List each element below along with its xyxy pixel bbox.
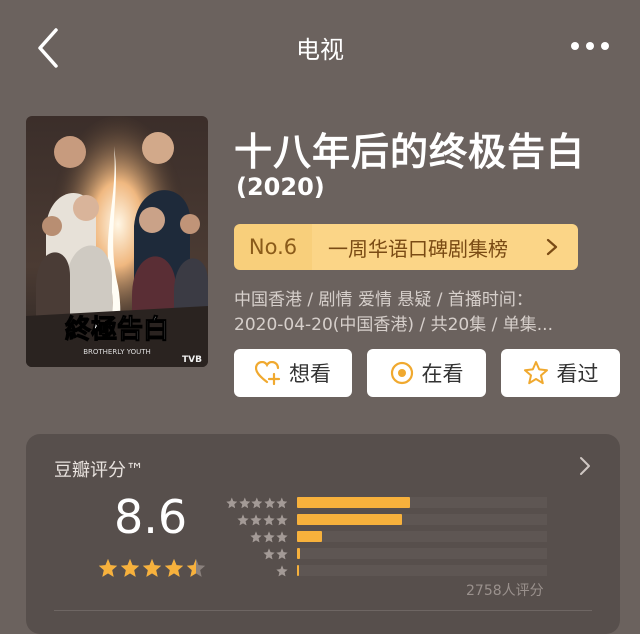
rating-stars	[98, 558, 206, 578]
row-stars	[226, 565, 288, 577]
small-star-icon	[263, 548, 275, 559]
small-star-icon	[263, 514, 275, 525]
heart-plus-icon	[255, 361, 281, 385]
douban-rating-card[interactable]: 豆瓣评分™ 8.6 2758人评分	[26, 434, 620, 634]
small-star-icon	[276, 514, 288, 525]
show-year: (2020)	[236, 173, 325, 201]
chevron-right-icon	[546, 238, 558, 256]
star-icon	[98, 558, 118, 577]
row-stars	[226, 531, 288, 543]
divider	[54, 610, 592, 611]
row-stars	[226, 497, 288, 509]
distribution-track	[297, 565, 547, 576]
rating-title: 豆瓣评分™	[54, 460, 144, 481]
distribution-row-3-star	[226, 528, 547, 545]
rating-distribution	[226, 494, 547, 579]
distribution-row-4-star	[226, 511, 547, 528]
row-stars	[226, 548, 288, 560]
poster-image[interactable]: 終極告白 BROTHERLY YOUTH TVB	[26, 116, 208, 367]
star-icon	[164, 558, 184, 577]
distribution-bar	[297, 497, 410, 508]
star-icon	[120, 558, 140, 577]
show-title: 十八年后的终极告白	[234, 130, 586, 174]
small-star-icon	[237, 514, 249, 525]
small-star-icon	[226, 497, 238, 508]
watched-label: 看过	[556, 362, 599, 386]
small-star-icon	[276, 548, 288, 559]
meta-line-2: 2020-04-20(中国香港) / 共20集 / 单集...	[234, 315, 553, 335]
watched-button[interactable]: 看过	[501, 349, 620, 397]
distribution-track	[297, 497, 547, 508]
distribution-row-2-star	[226, 545, 547, 562]
chevron-right-icon[interactable]	[578, 456, 592, 476]
watching-button[interactable]: 在看	[367, 349, 486, 397]
distribution-bar	[297, 514, 402, 525]
rating-score: 8.6	[114, 490, 188, 544]
show-meta[interactable]: 中国香港 / 剧情 爱情 悬疑 / 首播时间： 2020-04-20(中国香港)…	[234, 288, 604, 338]
page-title: 电视	[296, 36, 344, 64]
small-star-icon	[239, 497, 250, 508]
more-dots-icon[interactable]	[570, 40, 610, 52]
distribution-bar	[297, 565, 299, 576]
circle-dot-icon	[390, 361, 413, 385]
small-star-icon	[276, 565, 288, 576]
small-star-icon	[276, 497, 288, 508]
poster-subtitle-text: BROTHERLY YOUTH	[83, 348, 151, 356]
small-star-icon	[264, 497, 275, 508]
watching-label: 在看	[421, 362, 464, 386]
distribution-row-5-star	[226, 494, 547, 511]
poster-title-text: 終極告白	[65, 314, 169, 345]
want-to-watch-button[interactable]: 想看	[234, 349, 352, 397]
rank-list-name: 一周华语口碑剧集榜	[312, 224, 578, 270]
small-star-icon	[276, 531, 288, 542]
top-nav-bar: 电视	[0, 0, 640, 96]
small-star-icon	[250, 514, 262, 525]
meta-line-1: 中国香港 / 剧情 爱情 悬疑 / 首播时间：	[234, 290, 533, 310]
star-icon	[142, 558, 162, 577]
small-star-icon	[251, 497, 263, 508]
rating-count: 2758人评分	[466, 583, 544, 599]
tvb-logo: TVB	[182, 355, 202, 365]
row-stars	[226, 514, 288, 526]
rank-list-label: 一周华语口碑剧集榜	[328, 236, 508, 261]
distribution-row-1-star	[226, 562, 547, 579]
small-star-icon	[263, 531, 275, 542]
rank-number: No.6	[234, 224, 312, 270]
distribution-track	[297, 531, 547, 542]
star-outline-icon	[523, 361, 548, 385]
distribution-track	[297, 514, 547, 525]
distribution-bar	[297, 548, 300, 559]
distribution-bar	[297, 531, 322, 542]
star-icon	[186, 558, 206, 577]
small-star-icon	[250, 531, 262, 542]
poster-art: 終極告白 BROTHERLY YOUTH TVB	[26, 116, 208, 367]
ranking-badge[interactable]: No.6 一周华语口碑剧集榜	[234, 224, 578, 270]
want-to-watch-label: 想看	[289, 362, 331, 386]
distribution-track	[297, 548, 547, 559]
